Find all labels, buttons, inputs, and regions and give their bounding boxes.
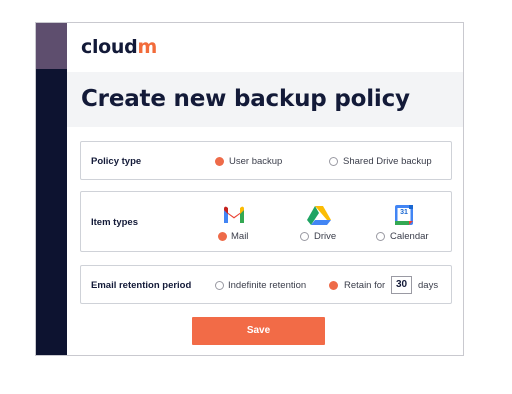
item-types-card: Item types Mail Drive 31 Calendar: [80, 191, 452, 252]
user-backup-label[interactable]: User backup: [229, 156, 282, 167]
policy-type-label: Policy type: [91, 156, 142, 167]
retain-for-label[interactable]: Retain for: [344, 280, 385, 291]
calendar-radio[interactable]: [376, 232, 385, 241]
shared-drive-backup-label[interactable]: Shared Drive backup: [343, 156, 432, 167]
drive-radio[interactable]: [300, 232, 309, 241]
item-types-label: Item types: [91, 217, 138, 228]
logo-text-suffix: m: [137, 36, 157, 58]
indefinite-retention-label[interactable]: Indefinite retention: [228, 280, 306, 291]
google-drive-icon: [307, 206, 331, 225]
policy-type-card: Policy type User backup Shared Drive bac…: [80, 141, 452, 180]
sidebar-rail-top: [36, 23, 67, 69]
retention-days-unit: days: [418, 280, 439, 291]
shared-drive-backup-radio[interactable]: [329, 157, 338, 166]
mail-label[interactable]: Mail: [231, 231, 248, 242]
app-window: cloudm Create new backup policy Policy t…: [35, 22, 464, 356]
save-button[interactable]: Save: [192, 317, 325, 345]
user-backup-radio[interactable]: [215, 157, 224, 166]
google-calendar-icon: 31: [391, 203, 417, 227]
logo-text-prefix: cloud: [81, 36, 138, 58]
retention-days-input[interactable]: 30: [391, 276, 412, 294]
drive-label[interactable]: Drive: [314, 231, 336, 242]
mail-radio[interactable]: [218, 232, 227, 241]
indefinite-retention-radio[interactable]: [215, 281, 224, 290]
gmail-icon: [224, 206, 244, 223]
email-retention-label: Email retention period: [91, 280, 192, 291]
calendar-label[interactable]: Calendar: [390, 231, 429, 242]
sidebar-rail: [36, 69, 67, 355]
page-header: Create new backup policy: [67, 72, 463, 127]
calendar-icon-day: 31: [400, 209, 408, 216]
page-title: Create new backup policy: [81, 86, 410, 112]
email-retention-card: Email retention period Indefinite retent…: [80, 265, 452, 304]
cloudm-logo: cloudm: [81, 36, 157, 58]
retain-for-radio[interactable]: [329, 281, 338, 290]
